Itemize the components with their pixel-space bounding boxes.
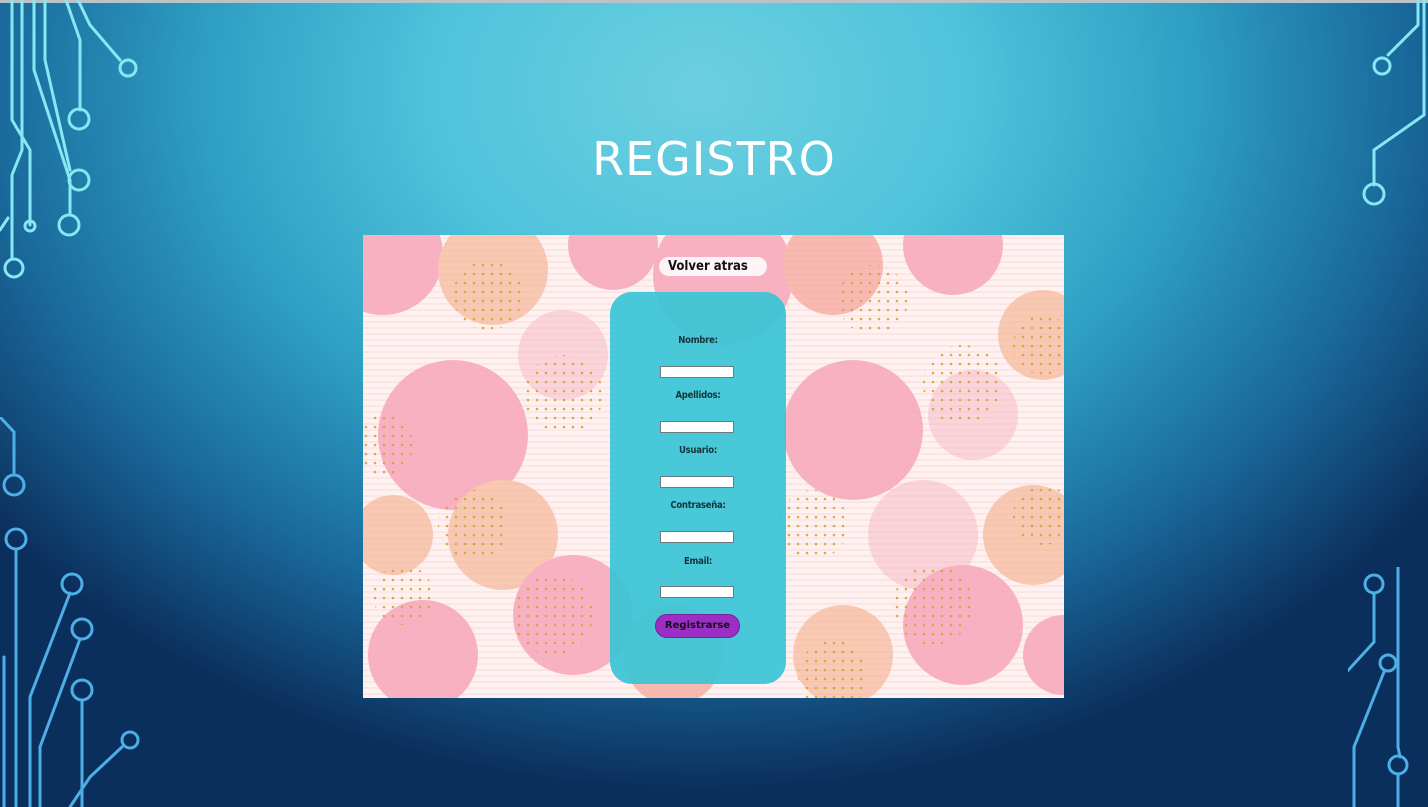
field-apellidos: Apellidos: bbox=[610, 390, 786, 401]
email-input[interactable] bbox=[660, 586, 734, 598]
field-usuario: Usuario: bbox=[610, 445, 786, 456]
registrarse-button[interactable]: Registrarse bbox=[655, 614, 740, 638]
app-screenshot: Volver atras Nombre: Apellidos: Usuario:… bbox=[363, 235, 1064, 698]
field-contrasena: Contraseña: bbox=[610, 500, 786, 511]
nombre-input[interactable] bbox=[660, 366, 734, 378]
field-email: Email: bbox=[610, 556, 786, 567]
registration-form: Nombre: Apellidos: Usuario: Contraseña: … bbox=[610, 292, 786, 684]
field-label-contrasena: Contraseña: bbox=[670, 500, 726, 511]
field-label-email: Email: bbox=[683, 556, 713, 567]
back-link[interactable]: Volver atras bbox=[659, 257, 767, 276]
field-nombre: Nombre: bbox=[610, 335, 786, 346]
field-label-nombre: Nombre: bbox=[678, 335, 718, 346]
field-label-apellidos: Apellidos: bbox=[675, 390, 721, 401]
apellidos-input[interactable] bbox=[660, 421, 734, 433]
usuario-input[interactable] bbox=[660, 476, 734, 488]
circuit-decoration-bottom-left bbox=[0, 417, 140, 807]
circuit-decoration-bottom-right bbox=[1348, 567, 1409, 807]
slide-title: REGISTRO bbox=[592, 132, 836, 186]
slide-top-border bbox=[0, 0, 1428, 3]
contrasena-input[interactable] bbox=[660, 531, 734, 543]
field-label-usuario: Usuario: bbox=[678, 445, 718, 456]
